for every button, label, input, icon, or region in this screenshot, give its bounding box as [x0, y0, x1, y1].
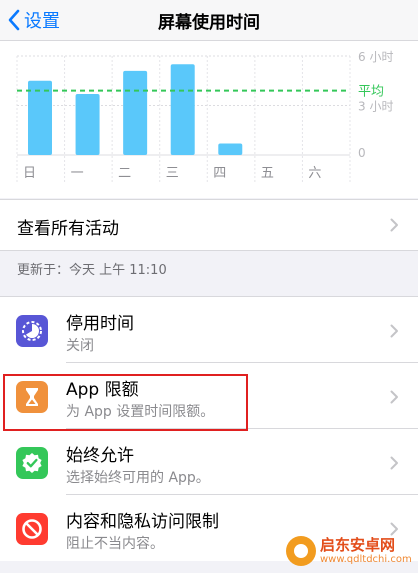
restriction-icon: [16, 513, 48, 545]
see-all-activity-label: 查看所有活动: [17, 219, 119, 239]
chart-bar: [123, 70, 148, 155]
see-all-activity-row[interactable]: 查看所有活动: [0, 199, 418, 251]
list-item-subtitle: 关闭: [66, 338, 94, 354]
navigation-bar: 设置 屏幕使用时间: [0, 0, 418, 41]
list-item-title: 内容和隐私访问限制: [66, 512, 219, 532]
list-item-title: 始终允许: [66, 446, 134, 466]
highlight-box: [3, 374, 248, 431]
list-item-subtitle: 选择始终可用的 App。: [66, 470, 210, 486]
chevron-right-icon: [390, 456, 399, 470]
x-tick-label: 日: [23, 166, 36, 181]
x-tick-label: 六: [308, 166, 321, 181]
x-tick-label: 四: [213, 166, 226, 181]
chevron-right-icon: [390, 324, 399, 338]
x-tick-label: 二: [118, 166, 131, 181]
checkmark-badge-icon: [16, 447, 48, 479]
average-label: 平均: [358, 85, 384, 100]
list-item-downtime[interactable]: 停用时间 关闭: [0, 297, 418, 363]
list-item-always-allowed[interactable]: 始终允许 选择始终可用的 App。: [0, 429, 418, 495]
chart-bar: [28, 80, 52, 155]
y-tick-label: 6 小时: [358, 50, 393, 64]
page-title: 屏幕使用时间: [158, 13, 260, 33]
downtime-icon: [16, 315, 48, 347]
usage-bar-chart: 平均 6 小时 3 小时 0 日 一 二 三 四 五 六: [16, 50, 393, 183]
x-tick-label: 三: [166, 166, 179, 181]
chart-bar: [170, 64, 195, 155]
chevron-right-icon: [390, 218, 399, 232]
x-tick-label: 一: [71, 166, 84, 181]
chart-bar: [218, 143, 243, 155]
last-updated-text: 更新于：今天 上午 11:10: [17, 263, 167, 278]
x-tick-label: 五: [261, 166, 274, 181]
chevron-right-icon: [390, 390, 399, 404]
list-item-subtitle: 阻止不当内容。: [66, 536, 164, 552]
usage-chart-card: 平均 6 小时 3 小时 0 日 一 二 三 四 五 六: [0, 41, 418, 198]
watermark-name: 启东安卓网: [320, 536, 396, 555]
watermark-url: www.qdltdchi.com: [320, 553, 412, 565]
list-item-title: 停用时间: [66, 314, 134, 334]
y-tick-label: 0: [358, 146, 366, 160]
chart-bar: [75, 93, 100, 155]
y-tick-label: 3 小时: [358, 100, 393, 114]
watermark: 启东安卓网 www.qdltdchi.com: [286, 531, 414, 571]
watermark-logo-icon: [286, 536, 316, 566]
